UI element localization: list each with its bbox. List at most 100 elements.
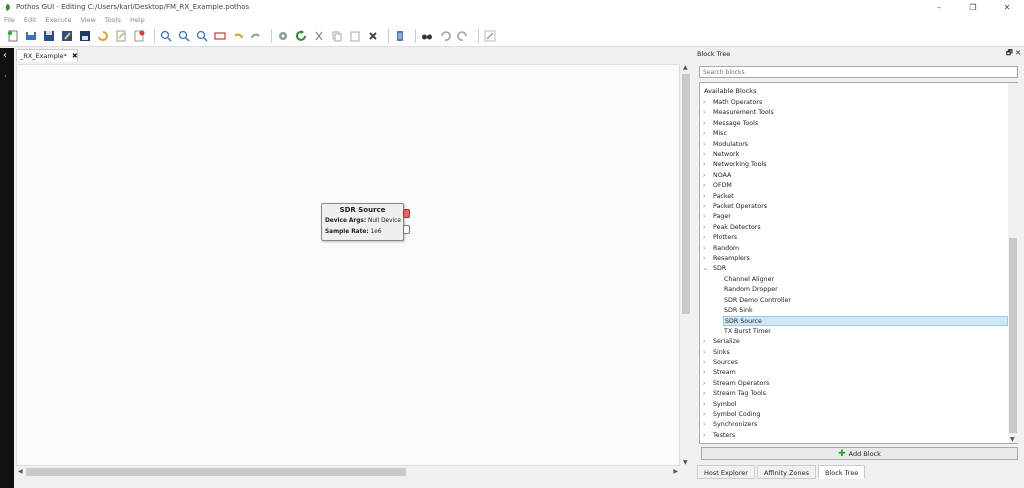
chevron-right-icon[interactable]: › xyxy=(703,108,713,118)
tree-category[interactable]: › Packet xyxy=(703,192,734,202)
chevron-right-icon[interactable]: › xyxy=(703,410,713,420)
menu-help[interactable]: Help xyxy=(130,16,145,24)
tree-category[interactable]: › OFDM xyxy=(703,181,732,191)
redo-icon[interactable] xyxy=(249,29,263,43)
scroll-thumb[interactable] xyxy=(682,74,690,314)
zoom-out-icon[interactable] xyxy=(177,29,191,43)
tree-category[interactable]: › Pager xyxy=(703,212,731,222)
chevron-right-icon[interactable]: › xyxy=(703,358,713,368)
scroll-thumb[interactable] xyxy=(26,468,406,476)
tree-category[interactable]: › Measurement Tools xyxy=(703,108,774,118)
chevron-right-icon[interactable]: › xyxy=(703,119,713,129)
tab-close-icon[interactable]: ✖ xyxy=(72,52,78,60)
export-icon[interactable] xyxy=(114,29,128,43)
tree-category[interactable]: › Stream Operators xyxy=(703,379,769,389)
menu-tools[interactable]: Tools xyxy=(105,16,121,24)
document-tab[interactable]: _RX_Example* ✖ xyxy=(16,49,78,62)
tree-category[interactable]: › Random xyxy=(703,244,739,254)
tree-block-item[interactable]: Channel Aligner xyxy=(724,275,774,285)
chevron-right-icon[interactable]: › xyxy=(703,129,713,139)
add-block-button[interactable]: ✚ Add Block xyxy=(701,447,1018,460)
delete-icon[interactable] xyxy=(366,29,380,43)
cut-icon[interactable] xyxy=(312,29,326,43)
zoom-in-icon[interactable] xyxy=(159,29,173,43)
chevron-right-icon[interactable]: › xyxy=(703,233,713,243)
find-icon[interactable] xyxy=(213,29,227,43)
chevron-right-icon[interactable]: › xyxy=(703,212,713,222)
tree-block-item[interactable]: TX Burst Timer xyxy=(724,327,771,337)
scroll-down-icon[interactable]: ▼ xyxy=(683,459,688,466)
rotate-right-icon[interactable] xyxy=(456,29,470,43)
tree-category[interactable]: › Sinks xyxy=(703,348,730,358)
chevron-right-icon[interactable]: › xyxy=(703,348,713,358)
rotate-left-icon[interactable] xyxy=(438,29,452,43)
zoom-original-icon[interactable] xyxy=(195,29,209,43)
tree-category-sdr[interactable]: ⌄ SDR xyxy=(703,264,726,274)
tree-category[interactable]: › NOAA xyxy=(703,171,731,181)
tab-block-tree[interactable]: Block Tree xyxy=(818,465,866,479)
open-icon[interactable] xyxy=(24,29,38,43)
tree-category[interactable]: › Packet Operators xyxy=(703,202,767,212)
chevron-right-icon[interactable]: › xyxy=(703,431,713,441)
chevron-right-icon[interactable]: › xyxy=(703,379,713,389)
close-window-button[interactable]: ✕ xyxy=(990,0,1024,14)
canvas-vertical-scrollbar[interactable]: ▲ ▼ xyxy=(680,64,692,466)
edit-pencil-icon[interactable] xyxy=(483,29,497,43)
tree-category[interactable]: › Networking Tools xyxy=(703,160,767,170)
canvas-horizontal-scrollbar[interactable]: ◀ ▶ xyxy=(16,466,680,478)
tree-category[interactable]: › Plotters xyxy=(703,233,737,243)
chevron-right-icon[interactable]: › xyxy=(703,389,713,399)
tree-category[interactable]: › Network xyxy=(703,150,739,160)
chevron-down-icon[interactable]: ⌄ xyxy=(703,264,713,274)
chevron-right-icon[interactable]: › xyxy=(703,181,713,191)
refresh-icon[interactable] xyxy=(294,29,308,43)
chevron-right-icon[interactable]: › xyxy=(703,160,713,170)
tree-block-item[interactable]: Random Dropper xyxy=(724,285,778,295)
tree-scrollbar[interactable]: ▼ xyxy=(1008,83,1018,443)
menu-edit[interactable]: Edit xyxy=(24,16,37,24)
tree-category[interactable]: › Symbol xyxy=(703,400,736,410)
tree-block-item[interactable]: SDR Source xyxy=(723,316,1008,327)
minimize-button[interactable]: – xyxy=(922,0,956,14)
tree-category[interactable]: › Message Tools xyxy=(703,119,758,129)
search-blocks-input[interactable] xyxy=(699,66,1018,78)
scroll-left-icon[interactable]: ◀ xyxy=(18,468,23,475)
tree-category[interactable]: › Peak Detectors xyxy=(703,223,761,233)
tree-category[interactable]: › Modulators xyxy=(703,140,748,150)
sdr-source-block[interactable]: SDR Source Device Args: Null Device Samp… xyxy=(321,203,404,241)
tree-block-item[interactable]: SDR Demo Controller xyxy=(724,296,791,306)
chevron-right-icon[interactable]: › xyxy=(703,244,713,254)
chevron-right-icon[interactable]: › xyxy=(703,140,713,150)
tab-affinity-zones[interactable]: Affinity Zones xyxy=(756,465,816,479)
scroll-down-icon[interactable]: ▼ xyxy=(1010,436,1015,443)
chevron-right-icon[interactable]: › xyxy=(703,150,713,160)
chevron-right-icon[interactable]: › xyxy=(703,368,713,378)
tab-host-explorer[interactable]: Host Explorer xyxy=(697,465,755,479)
panel-float-close-icons[interactable]: 🗗 ✕ xyxy=(1006,49,1021,60)
undo-icon[interactable] xyxy=(231,29,245,43)
reload-icon[interactable] xyxy=(96,29,110,43)
save-as-icon[interactable] xyxy=(60,29,74,43)
output-port-0[interactable] xyxy=(403,209,410,218)
properties-icon[interactable] xyxy=(393,29,407,43)
tree-category[interactable]: › Testers xyxy=(703,431,735,441)
tree-block-item[interactable]: SDR Sink xyxy=(724,306,753,316)
collapse-arrow-icon[interactable]: ‹ xyxy=(3,50,7,61)
paste-icon[interactable] xyxy=(348,29,362,43)
scroll-right-icon[interactable]: ▶ xyxy=(673,468,678,475)
chevron-right-icon[interactable]: › xyxy=(703,202,713,212)
chevron-right-icon[interactable]: › xyxy=(703,400,713,410)
settings-gear-icon[interactable] xyxy=(276,29,290,43)
chevron-right-icon[interactable]: › xyxy=(703,254,713,264)
tree-category[interactable]: › Sources xyxy=(703,358,738,368)
copy-icon[interactable] xyxy=(330,29,344,43)
chevron-right-icon[interactable]: › xyxy=(703,98,713,108)
menu-view[interactable]: View xyxy=(80,16,95,24)
chevron-right-icon[interactable]: › xyxy=(703,223,713,233)
tree-category[interactable]: › Resamplers xyxy=(703,254,750,264)
binoculars-icon[interactable] xyxy=(420,29,434,43)
restore-button[interactable]: ❐ xyxy=(956,0,990,14)
output-port-1[interactable] xyxy=(403,225,410,234)
tree-category[interactable]: › Synchronizers xyxy=(703,420,757,430)
new-file-icon[interactable] xyxy=(6,29,20,43)
